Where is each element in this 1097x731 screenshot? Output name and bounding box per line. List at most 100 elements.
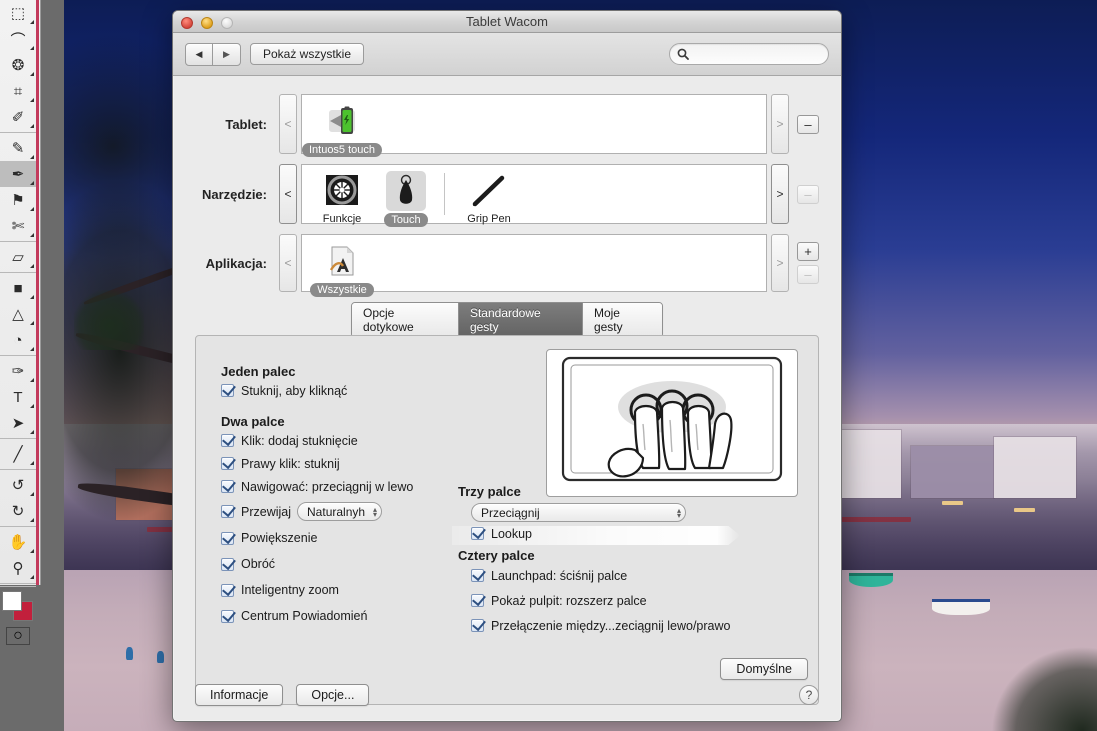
option-centrum-powiadomien[interactable]: Centrum Powiadomień <box>221 603 446 629</box>
application-next-button[interactable]: > <box>771 234 789 292</box>
tablet-row-label: Tablet: <box>225 116 267 132</box>
option-przelaczenie-miedzy[interactable]: Przełączenie między...zeciągnij lewo/pra… <box>471 613 768 638</box>
three-finger-action-popup[interactable]: Przeciągnij ▴ ▾ <box>471 503 686 522</box>
nav-forward-button[interactable]: ▶ <box>213 44 240 65</box>
wacom-tablet-window[interactable]: Tablet Wacom ◀ ▶ Pokaż wszystkie Tablet:… <box>172 10 842 722</box>
option-nawigowac-przeciagnij[interactable]: Nawigować: przeciągnij w lewo <box>221 475 446 498</box>
checkbox[interactable] <box>221 557 234 571</box>
application-listbox[interactable]: Wszystkie <box>301 234 767 297</box>
zoom-button[interactable] <box>221 17 233 29</box>
option-stuknij-aby-kliknac[interactable]: Stuknij, aby kliknąć <box>221 379 446 402</box>
eraser-tool[interactable]: ▱ <box>0 244 36 270</box>
tool-side-buttons[interactable]: – <box>797 184 819 204</box>
option-lookup[interactable]: Lookup <box>471 522 768 545</box>
option-inteligentny-zoom[interactable]: Inteligentny zoom <box>221 577 446 603</box>
clone-stamp-tool[interactable]: ⚑ <box>0 187 36 213</box>
tool-item-funkcje[interactable]: Funkcje <box>310 171 374 225</box>
tab-opcje-dotykowe[interactable]: Opcje dotykowe <box>352 303 459 337</box>
info-button[interactable]: Informacje <box>195 684 284 706</box>
crop-icon: ⌗ <box>13 82 23 100</box>
brush-tool[interactable]: ✒ <box>0 161 36 187</box>
option-powiekszenie[interactable]: Powiększenie <box>221 525 446 551</box>
option-launchpad[interactable]: Launchpad: ściśnij palce <box>471 563 768 588</box>
tablet-remove-button[interactable]: – <box>797 114 819 134</box>
application-prev-button[interactable]: < <box>279 234 297 292</box>
tool-item-touch[interactable]: Touch <box>374 171 438 227</box>
scroll-direction-popup[interactable]: Naturalnyh ▴ ▾ <box>297 502 383 521</box>
minimize-button[interactable] <box>201 17 213 29</box>
checkbox[interactable] <box>471 594 484 607</box>
right-options-column: Trzy palce Przeciągnij ▴ ▾ Lookup Cztery … <box>452 484 768 638</box>
tab-standardowe-gesty[interactable]: Standardowe gesty <box>458 303 583 337</box>
checkbox[interactable] <box>221 480 234 493</box>
tablet-side-buttons[interactable]: – <box>797 114 819 134</box>
checkbox[interactable] <box>471 619 484 632</box>
option-obroc[interactable]: Obróć <box>221 551 446 577</box>
tool-next-button[interactable]: > <box>771 164 789 224</box>
checkbox[interactable] <box>221 384 234 397</box>
line-tool[interactable]: ╱ <box>0 441 36 467</box>
pen-icon <box>469 171 509 211</box>
tool-flyout-indicator-icon <box>30 98 34 102</box>
checkbox[interactable] <box>221 457 234 470</box>
quick-mask-button[interactable]: ○ <box>0 623 36 649</box>
tablet-item-intuos5[interactable]: Intuos5 touch <box>301 101 383 157</box>
checkbox[interactable] <box>471 527 484 540</box>
application-add-button[interactable]: + <box>797 242 819 261</box>
tablet-next-button[interactable]: > <box>771 94 789 154</box>
window-titlebar[interactable]: Tablet Wacom <box>173 11 841 33</box>
eyedropper-tool[interactable]: ✐ <box>0 104 36 130</box>
tab-bar[interactable]: Opcje dotykowe Standardowe gesty Moje ge… <box>351 302 663 338</box>
zoom-tool[interactable]: ⚲ <box>0 555 36 581</box>
tool-listbox[interactable]: Funkcje Touch Grip Pen <box>301 164 767 227</box>
orbit-3d-tool[interactable]: ↻ <box>0 498 36 524</box>
application-side-buttons[interactable]: + – <box>797 242 819 284</box>
option-pokaz-pulpit[interactable]: Pokaż pulpit: rozszerz palce <box>471 588 768 613</box>
option-klik-dodaj-stukniecie[interactable]: Klik: dodaj stuknięcie <box>221 429 446 452</box>
tablet-listbox[interactable]: Intuos5 touch <box>301 94 767 157</box>
tablet-row: Tablet: < Intuos5 touch > – <box>195 94 819 157</box>
pen-tool[interactable]: ✑ <box>0 358 36 384</box>
dodge-tool[interactable]: ◔ <box>0 327 36 353</box>
nav-back-button[interactable]: ◀ <box>186 43 213 65</box>
checkbox[interactable] <box>221 583 234 597</box>
path-selection-tool[interactable]: ➤ <box>0 410 36 436</box>
color-swatches[interactable] <box>0 589 36 623</box>
checkbox[interactable] <box>471 569 484 582</box>
photoshop-tools-palette[interactable]: ⬚ ⌒ ❂ ⌗ ✐ ✎ ✒ ⚑ ✄ ▱ ■ △ ◔ ✑ T ➤ ╱ ↺ ↻ ✋ ⚲ ○ <box>0 0 41 645</box>
marquee-tool[interactable]: ⬚ <box>0 0 36 26</box>
checkbox[interactable] <box>221 531 234 545</box>
window-toolbar[interactable]: ◀ ▶ Pokaż wszystkie <box>173 33 841 76</box>
tool-prev-button[interactable]: < <box>279 164 297 224</box>
option-przewijaj[interactable]: Przewijaj Naturalnyh ▴ ▾ <box>221 498 446 525</box>
checkbox[interactable] <box>221 505 234 518</box>
close-button[interactable] <box>181 17 193 29</box>
gradient-tool[interactable]: ■ <box>0 275 36 301</box>
search-field[interactable] <box>669 43 829 65</box>
search-input[interactable] <box>693 47 823 61</box>
foreground-color-swatch[interactable] <box>2 591 22 611</box>
checkbox[interactable] <box>221 609 234 623</box>
quick-selection-tool[interactable]: ❂ <box>0 52 36 78</box>
checkbox[interactable] <box>221 434 234 447</box>
history-brush-tool[interactable]: ✄ <box>0 213 36 239</box>
nav-segmented-control[interactable]: ◀ ▶ <box>185 42 241 66</box>
application-item-all[interactable]: Wszystkie <box>310 241 374 297</box>
rotate-3d-tool[interactable]: ↺ <box>0 472 36 498</box>
zoom-icon: ⚲ <box>12 560 24 577</box>
blur-tool[interactable]: △ <box>0 301 36 327</box>
lasso-tool[interactable]: ⌒ <box>0 26 36 52</box>
tool-item-grippen[interactable]: Grip Pen <box>451 171 527 225</box>
help-button[interactable]: ? <box>799 685 819 705</box>
options-button[interactable]: Opcje... <box>296 684 370 706</box>
option-prawy-klik-stuknij[interactable]: Prawy klik: stuknij <box>221 452 446 475</box>
tool-list[interactable]: ⬚ ⌒ ❂ ⌗ ✐ ✎ ✒ ⚑ ✄ ▱ ■ △ ◔ ✑ T ➤ ╱ ↺ ↻ ✋ ⚲ <box>0 0 40 584</box>
show-all-button[interactable]: Pokaż wszystkie <box>250 43 365 65</box>
tab-moje-gesty[interactable]: Moje gesty <box>582 303 662 337</box>
hand-tool[interactable]: ✋ <box>0 529 36 555</box>
crop-tool[interactable]: ⌗ <box>0 78 36 104</box>
tablet-prev-button[interactable]: < <box>279 94 297 154</box>
healing-brush-tool[interactable]: ✎ <box>0 135 36 161</box>
search-icon <box>677 48 689 60</box>
type-tool[interactable]: T <box>0 384 36 410</box>
